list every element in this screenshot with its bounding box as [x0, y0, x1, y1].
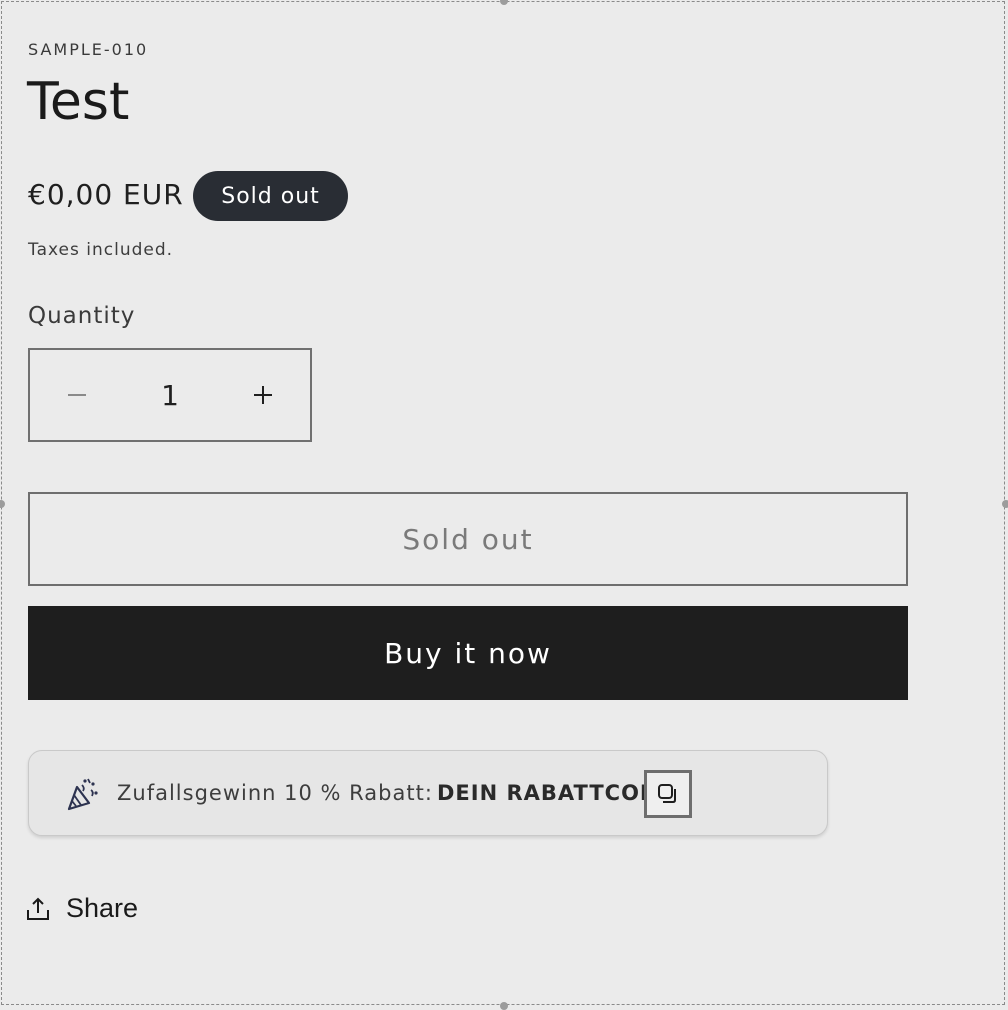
discount-label: Zufallsgewinn 10 % Rabatt: [117, 781, 433, 805]
quantity-stepper [28, 348, 312, 442]
sold-out-button[interactable]: Sold out [28, 492, 908, 586]
discount-code[interactable]: DEIN RABATTCODE [437, 781, 674, 805]
buy-it-now-button[interactable]: Buy it now [28, 606, 908, 700]
copy-icon [658, 784, 676, 803]
share-button[interactable]: Share [26, 893, 138, 924]
party-popper-icon [67, 778, 98, 811]
resize-handle-bottom[interactable] [500, 1002, 508, 1010]
tax-note: Taxes included. [28, 240, 174, 260]
share-icon [27, 897, 49, 920]
product-sku: SAMPLE-010 [28, 40, 149, 59]
increase-quantity-button[interactable] [216, 350, 310, 440]
resize-handle-right[interactable] [1002, 500, 1008, 508]
minus-icon [68, 394, 86, 396]
discount-banner: Zufallsgewinn 10 % Rabatt: DEIN RABATTCO… [28, 750, 828, 836]
quantity-input[interactable] [124, 350, 216, 440]
sold-out-badge: Sold out [193, 171, 348, 221]
decrease-quantity-button[interactable] [30, 350, 124, 440]
quantity-label: Quantity [28, 303, 136, 329]
plus-icon [254, 386, 272, 404]
share-label: Share [66, 893, 139, 923]
copy-code-button[interactable] [644, 770, 692, 818]
product-title: Test [27, 72, 130, 132]
product-price: €0,00 EUR [28, 178, 184, 211]
